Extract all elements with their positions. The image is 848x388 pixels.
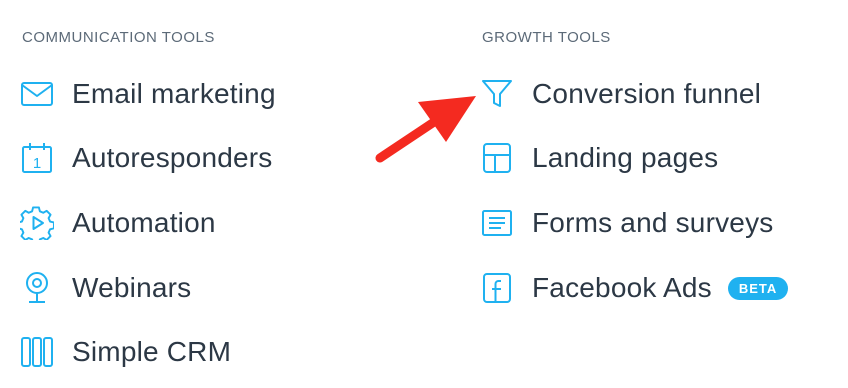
calendar-icon: 1 (20, 141, 54, 175)
menu-item-facebook-ads[interactable]: Facebook Ads BETA (480, 268, 789, 308)
facebook-icon (480, 271, 514, 305)
growth-tools-heading: GROWTH TOOLS (482, 29, 611, 46)
red-arrow-icon (375, 96, 476, 163)
menu-item-forms-and-surveys[interactable]: Forms and surveys (480, 203, 773, 243)
menu-item-webinars[interactable]: Webinars (20, 268, 191, 308)
landing-pages-label: Landing pages (532, 142, 719, 173)
facebook-ads-label: Facebook Ads (532, 272, 712, 303)
email-marketing-label: Email marketing (72, 78, 276, 109)
beta-badge: BETA (727, 276, 789, 300)
menu-item-conversion-funnel[interactable]: Conversion funnel (480, 74, 761, 114)
forms-and-surveys-label: Forms and surveys (532, 207, 774, 238)
menu-item-autoresponders[interactable]: 1 Autoresponders (20, 138, 272, 178)
funnel-icon (480, 77, 514, 111)
calendar-icon-number: 1 (33, 155, 41, 172)
gear-play-icon (20, 206, 54, 240)
communication-tools-heading: COMMUNICATION TOOLS (22, 29, 215, 46)
form-icon (480, 206, 514, 240)
menu-item-simple-crm[interactable]: Simple CRM (20, 332, 231, 372)
webinars-label: Webinars (72, 272, 192, 303)
automation-label: Automation (72, 207, 216, 238)
columns-icon (20, 335, 54, 369)
menu-item-automation[interactable]: Automation (20, 203, 216, 243)
simple-crm-label: Simple CRM (72, 336, 232, 367)
conversion-funnel-label: Conversion funnel (532, 78, 762, 109)
envelope-icon (20, 77, 54, 111)
webcam-icon (20, 271, 54, 305)
autoresponders-label: Autoresponders (72, 142, 273, 173)
menu-item-email-marketing[interactable]: Email marketing (20, 74, 276, 114)
layout-icon (480, 141, 514, 175)
menu-item-landing-pages[interactable]: Landing pages (480, 138, 718, 178)
